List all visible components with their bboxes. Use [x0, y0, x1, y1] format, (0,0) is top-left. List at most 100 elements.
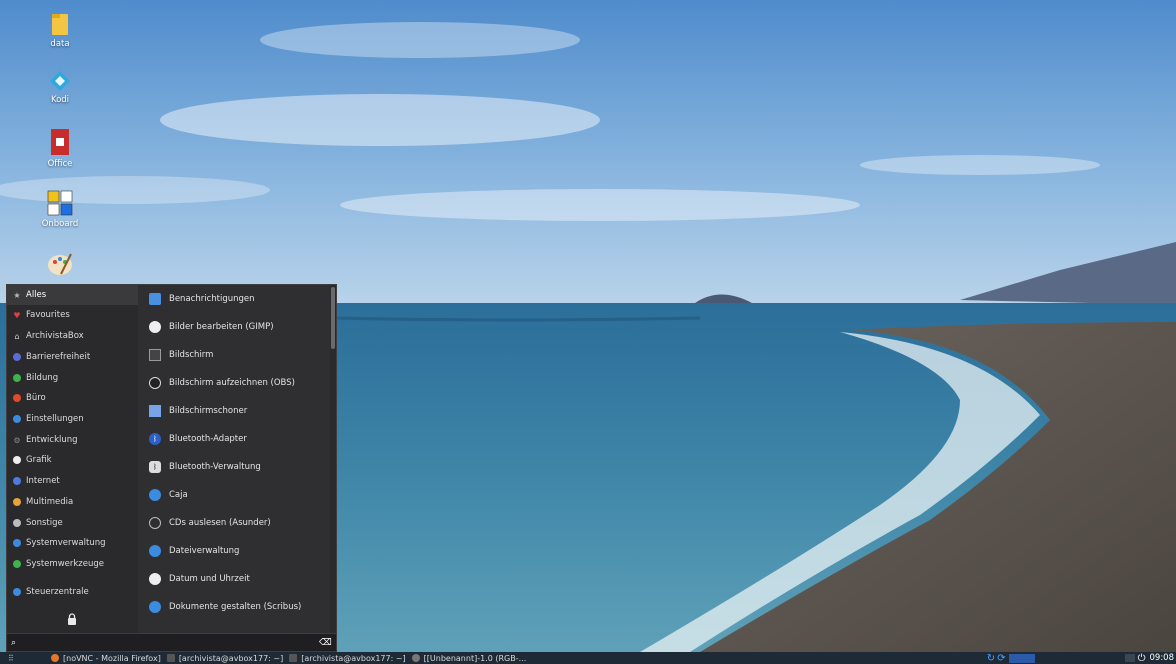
system-tray: ↻ ⟳ ⏻ 09:08: [987, 652, 1176, 664]
category-label: Entwicklung: [26, 435, 78, 445]
system-admin-icon: [13, 539, 21, 547]
app-item-bluetooth-verwaltung[interactable]: ᛒ Bluetooth-Verwaltung: [138, 453, 328, 481]
update-icon[interactable]: ↻: [987, 653, 995, 664]
category-favourites[interactable]: ♥ Favourites: [7, 305, 138, 325]
graphics-icon: [13, 456, 21, 464]
lock-icon[interactable]: [67, 613, 77, 625]
app-item-datum-uhrzeit[interactable]: Datum und Uhrzeit: [138, 565, 328, 593]
category-label: Barrierefreiheit: [26, 352, 91, 362]
category-label: Systemverwaltung: [26, 538, 106, 548]
accessibility-icon: [13, 353, 21, 361]
settings-icon: [13, 415, 21, 423]
category-label: Alles: [26, 290, 47, 300]
category-systemwerkzeuge[interactable]: Systemwerkzeuge: [7, 554, 138, 574]
gimp-window-icon: [411, 654, 420, 662]
clock[interactable]: 09:08: [1150, 653, 1175, 663]
taskbar-window-label: [noVNC - Mozilla Firefox]: [63, 653, 161, 663]
taskbar-window-label: [archivista@avbox177: ~]: [178, 653, 284, 663]
category-systemverwaltung[interactable]: Systemverwaltung: [7, 533, 138, 553]
category-label: Internet: [26, 476, 60, 486]
screensaver-icon: [149, 405, 161, 417]
misc-icon: [13, 519, 21, 527]
star-icon: ★: [13, 290, 21, 300]
desktop-icon-office[interactable]: Office: [20, 128, 100, 169]
sync-icon[interactable]: ⟳: [997, 653, 1005, 664]
category-label: Steuerzentrale: [26, 587, 89, 597]
taskbar-window-label: [archivista@avbox177: ~]: [301, 653, 406, 663]
category-alles[interactable]: ★ Alles: [7, 285, 138, 305]
network-icon[interactable]: [1124, 654, 1135, 662]
power-icon[interactable]: ⏻: [1138, 653, 1146, 664]
app-item-dateiverwaltung[interactable]: Dateiverwaltung: [138, 537, 328, 565]
category-einstellungen[interactable]: Einstellungen: [7, 409, 138, 429]
app-label: Benachrichtigungen: [169, 294, 255, 304]
globe-icon: [13, 477, 21, 485]
menu-categories: ★ Alles ♥ Favourites ⌂ ArchivistaBox Bar…: [7, 285, 138, 633]
category-archivistabox[interactable]: ⌂ ArchivistaBox: [7, 326, 138, 346]
category-label: ArchivistaBox: [26, 331, 84, 341]
app-label: Bildschirm: [169, 350, 214, 360]
app-label: Bildschirm aufzeichnen (OBS): [169, 378, 295, 388]
app-item-gimp[interactable]: Bilder bearbeiten (GIMP): [138, 313, 328, 341]
menu-scrollbar-thumb[interactable]: [331, 287, 335, 349]
app-label: Bluetooth-Adapter: [169, 434, 247, 444]
app-item-benachrichtigungen[interactable]: Benachrichtigungen: [138, 285, 328, 313]
taskbar-window-terminal-1[interactable]: [archivista@avbox177: ~]: [164, 652, 286, 664]
category-grafik[interactable]: Grafik: [7, 450, 138, 470]
category-sonstige[interactable]: Sonstige: [7, 513, 138, 533]
category-internet[interactable]: Internet: [7, 471, 138, 491]
desktop-icon-label: Onboard: [41, 219, 79, 229]
category-label: Büro: [26, 393, 46, 403]
taskbar-window-label: [[Unbenannt]-1.0 (RGB-...: [423, 653, 527, 663]
taskbar-window-gimp[interactable]: [[Unbenannt]-1.0 (RGB-...: [409, 652, 530, 664]
app-label: Dateiverwaltung: [169, 546, 240, 556]
gimp-icon: [149, 321, 161, 333]
system-tools-icon: [13, 560, 21, 568]
app-label: Dokumente gestalten (Scribus): [169, 602, 302, 612]
desktop-icon-paint[interactable]: [20, 252, 100, 279]
clock-icon: [149, 573, 161, 585]
taskbar-window-firefox[interactable]: [noVNC - Mozilla Firefox]: [48, 652, 164, 664]
menu-search-bar: ⌕ ⌫: [7, 633, 336, 651]
control-center-icon: [13, 588, 21, 596]
file-manager-icon: [149, 545, 161, 557]
notifications-icon: [149, 293, 161, 305]
obs-icon: [149, 377, 161, 389]
taskbar-window-terminal-2[interactable]: [archivista@avbox177: ~]: [286, 652, 408, 664]
category-steuerzentrale[interactable]: Steuerzentrale: [7, 582, 138, 602]
application-menu: ★ Alles ♥ Favourites ⌂ ArchivistaBox Bar…: [6, 284, 337, 652]
app-item-bildschirm[interactable]: Bildschirm: [138, 341, 328, 369]
app-label: Bilder bearbeiten (GIMP): [169, 322, 274, 332]
app-item-scribus[interactable]: Dokumente gestalten (Scribus): [138, 593, 328, 621]
category-multimedia[interactable]: Multimedia: [7, 492, 138, 512]
folder-icon: [52, 14, 68, 35]
category-barrierefreiheit[interactable]: Barrierefreiheit: [7, 347, 138, 367]
category-label: Sonstige: [26, 518, 63, 528]
app-item-asunder[interactable]: CDs auslesen (Asunder): [138, 509, 328, 537]
category-buero[interactable]: Büro: [7, 388, 138, 408]
clear-search-icon[interactable]: ⌫: [319, 638, 333, 648]
app-item-bildschirmschoner[interactable]: Bildschirmschoner: [138, 397, 328, 425]
multimedia-icon: [13, 498, 21, 506]
category-entwicklung[interactable]: ⚙ Entwicklung: [7, 430, 138, 450]
scribus-icon: [149, 601, 161, 613]
app-label: Bluetooth-Verwaltung: [169, 462, 261, 472]
education-icon: [13, 374, 21, 382]
cd-icon: [149, 517, 161, 529]
desktop-icon-data[interactable]: data: [20, 12, 100, 49]
onboard-keyboard-icon: [47, 190, 73, 216]
menu-search-input[interactable]: [23, 637, 319, 648]
category-bildung[interactable]: Bildung: [7, 368, 138, 388]
menu-scrollbar[interactable]: [330, 285, 336, 633]
desktop-icon-label: Kodi: [50, 95, 70, 105]
terminal-icon: [166, 654, 175, 662]
tray-indicator[interactable]: [1008, 653, 1035, 663]
desktop-icon-onboard[interactable]: Onboard: [20, 190, 100, 229]
office-icon: [13, 394, 21, 402]
apps-grid-icon[interactable]: ⠿: [8, 654, 22, 663]
app-item-caja[interactable]: Caja: [138, 481, 328, 509]
app-item-obs[interactable]: Bildschirm aufzeichnen (OBS): [138, 369, 328, 397]
app-item-bluetooth-adapter[interactable]: ᛒ Bluetooth-Adapter: [138, 425, 328, 453]
paint-palette-icon: [48, 253, 72, 275]
desktop-icon-kodi[interactable]: Kodi: [20, 70, 100, 105]
